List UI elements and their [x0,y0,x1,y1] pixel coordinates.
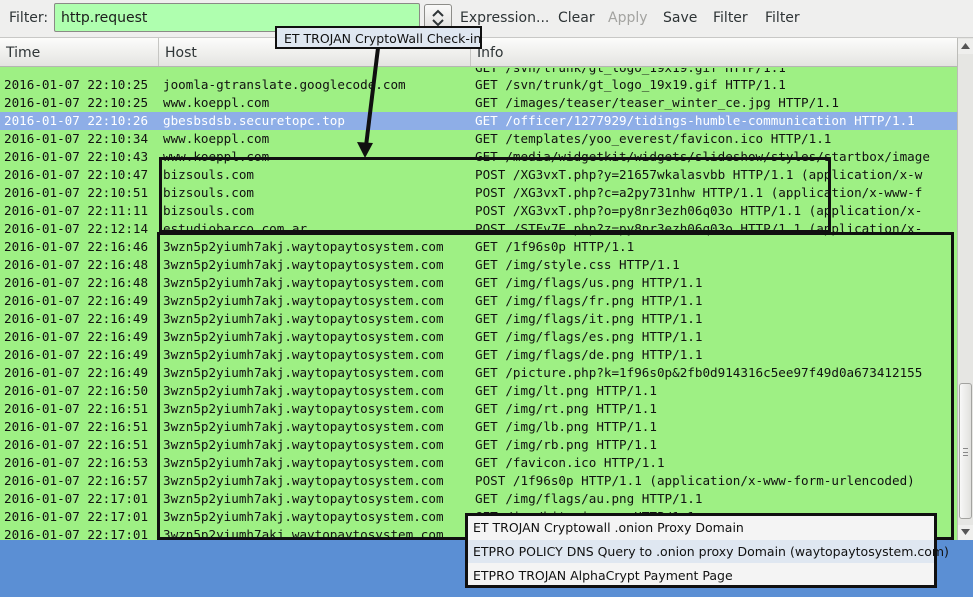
cell-time: 2016-01-07 22:16:57 [4,473,149,488]
annotation-callout: ET TROJAN CryptoWall Check-in [275,26,482,49]
cell-time: 2016-01-07 22:16:46 [4,239,149,254]
table-row[interactable]: 2016-01-07 22:10:34 www.koeppl.com GET /… [0,130,957,148]
table-row[interactable]: GET /svn/trunk/gt_logo_19x19.gif HTTP/1.… [0,68,957,76]
cell-time: 2016-01-07 22:10:51 [4,185,149,200]
cell-time: 2016-01-07 22:17:01 [4,509,149,524]
cell-host: www.koeppl.com [163,131,270,146]
cell-time: 2016-01-07 22:16:51 [4,401,149,416]
apply-button[interactable]: Apply [608,10,648,26]
saved-filter-button-1[interactable]: Filter [713,10,748,26]
filter-label: Filter: [9,10,49,26]
cell-time: 2016-01-07 22:16:48 [4,257,149,272]
scrollbar-thumb[interactable] [959,383,972,519]
cell-time: 2016-01-07 22:10:25 [4,77,149,92]
vertical-scrollbar[interactable] [957,38,973,540]
table-row[interactable]: 2016-01-07 22:10:25 joomla-gtranslate.go… [0,76,957,94]
cell-time: 2016-01-07 22:16:49 [4,347,149,362]
cell-time: 2016-01-07 22:16:49 [4,329,149,344]
save-button[interactable]: Save [663,10,697,26]
cell-time: 2016-01-07 22:17:01 [4,491,149,506]
cell-info: GET /svn/trunk/gt_logo_19x19.gif HTTP/1.… [475,68,955,76]
filter-toolbar: Filter: http.request Expression... Clear… [0,0,973,38]
cell-time: 2016-01-07 22:12:14 [4,221,149,236]
legend-item: ETPRO TROJAN AlphaCrypt Payment Page [473,568,733,583]
alert-legend: ET TROJAN Cryptowall .onion Proxy Domain… [465,513,949,588]
cell-time: 2016-01-07 22:17:01 [4,527,149,540]
scroll-down-button[interactable] [958,525,973,540]
chevron-updown-icon [432,9,444,27]
cell-time: 2016-01-07 22:16:49 [4,365,149,380]
cell-time: 2016-01-07 22:16:51 [4,419,149,434]
saved-filter-button-2[interactable]: Filter [765,10,800,26]
column-header-time[interactable]: Time [0,38,159,66]
cell-time: 2016-01-07 22:16:50 [4,383,149,398]
grip-icon [963,448,968,456]
cell-time: 2016-01-07 22:10:47 [4,167,149,182]
cell-time: 2016-01-07 22:10:34 [4,131,149,146]
cell-info: GET /images/teaser/teaser_winter_ce.jpg … [475,95,839,110]
cell-host: joomla-gtranslate.googlecode.com [163,77,406,92]
cell-host: gbesbsdsb.securetopc.top [163,113,345,128]
legend-item: ETPRO POLICY DNS Query to .onion proxy D… [468,540,949,563]
cell-info: GET /svn/trunk/gt_logo_19x19.gif HTTP/1.… [475,77,786,92]
arrow-up-icon [961,43,970,49]
cell-time: 2016-01-07 22:16:53 [4,455,149,470]
clear-button[interactable]: Clear [558,10,595,26]
cell-time: 2016-01-07 22:10:25 [4,95,149,110]
highlight-box-checkin [159,157,831,233]
column-header-info[interactable]: Info [471,38,957,66]
cell-host: www.koeppl.com [163,95,270,110]
arrow-down-icon [961,529,970,535]
cell-time: 2016-01-07 22:10:43 [4,149,149,164]
cell-time: 2016-01-07 22:16:51 [4,437,149,452]
cell-time: 2016-01-07 22:10:26 [4,113,149,128]
cell-time: 2016-01-07 22:16:49 [4,293,149,308]
legend-item: ET TROJAN Cryptowall .onion Proxy Domain [473,520,744,535]
cell-time: 2016-01-07 22:16:49 [4,311,149,326]
table-row-selected[interactable]: 2016-01-07 22:10:26 gbesbsdsb.securetopc… [0,112,957,130]
cell-time: 2016-01-07 22:11:11 [4,203,149,218]
cell-time: 2016-01-07 22:16:48 [4,275,149,290]
scroll-up-button[interactable] [958,39,973,54]
expression-button[interactable]: Expression... [460,10,549,26]
cell-info: GET /officer/1277929/tidings-humble-comm… [475,113,915,128]
table-row[interactable]: 2016-01-07 22:10:25 www.koeppl.com GET /… [0,94,957,112]
highlight-box-payment-domain [157,232,954,540]
cell-info: GET /templates/yoo_everest/favicon.ico H… [475,131,832,146]
